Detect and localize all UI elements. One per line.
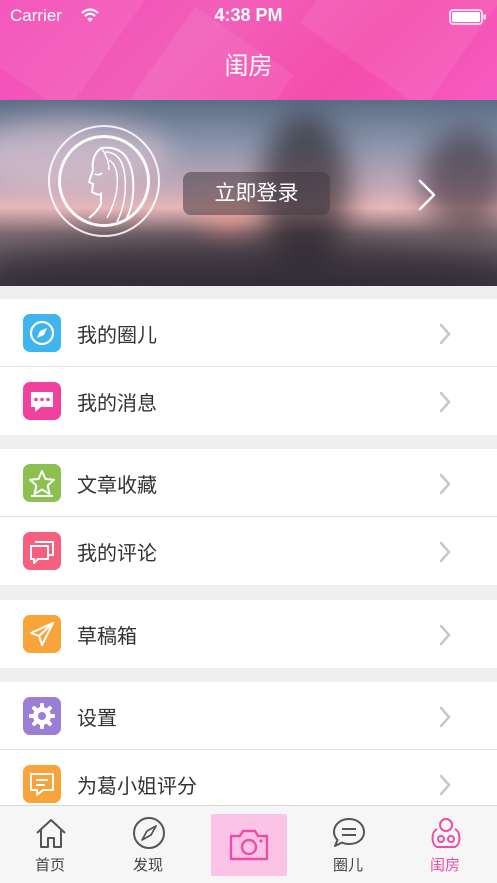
menu-group: 设置 为葛小姐评分 <box>0 682 497 818</box>
chat-icon <box>333 818 365 847</box>
menu-group: 文章收藏 我的评论 <box>0 449 497 585</box>
menu-item-label: 我的评论 <box>77 541 157 565</box>
chevron-right-icon <box>439 541 451 563</box>
chevron-right-icon <box>439 706 451 728</box>
message-icon <box>23 382 61 420</box>
tab-camera[interactable] <box>211 814 287 876</box>
menu-item-my-comments[interactable]: 我的评论 <box>0 517 497 585</box>
menu-item-my-messages[interactable]: 我的消息 <box>0 367 497 435</box>
menu-item-drafts[interactable]: 草稿箱 <box>0 600 497 668</box>
menu-group: 草稿箱 <box>0 600 497 668</box>
rating-icon <box>23 765 61 803</box>
chevron-right-icon <box>439 391 451 413</box>
tab-circles[interactable]: 圈儿 <box>303 806 393 883</box>
avatar[interactable] <box>58 135 150 227</box>
tab-boudoir[interactable]: 闺房 <box>400 806 490 883</box>
menu-group: 我的圈儿 我的消息 <box>0 299 497 435</box>
clock: 4:38 PM <box>214 5 283 25</box>
banner-bokeh <box>0 240 497 286</box>
chevron-right-icon <box>439 323 451 345</box>
menu-item-favorites[interactable]: 文章收藏 <box>0 449 497 517</box>
tab-discover[interactable]: 发现 <box>103 806 193 883</box>
battery-icon <box>449 9 486 25</box>
chevron-right-icon <box>439 473 451 495</box>
tab-label: 闺房 <box>429 856 460 874</box>
tab-home[interactable]: 首页 <box>5 806 95 883</box>
menu-item-label: 我的圈儿 <box>77 323 157 347</box>
menu-item-label: 我的消息 <box>77 391 157 415</box>
tab-bar: 首页 发现 圈儿 闺房 <box>0 805 497 883</box>
chevron-right-icon[interactable] <box>414 178 440 212</box>
compass-icon <box>23 314 61 352</box>
paper-plane-icon <box>23 615 61 653</box>
comment-icon <box>23 532 61 570</box>
compass-icon <box>133 817 165 849</box>
page-title: 闺房 <box>224 52 273 80</box>
nav-header: Carrier 4:38 PM 闺房 <box>0 0 497 100</box>
menu-item-label: 文章收藏 <box>77 473 157 497</box>
menu-item-label: 为葛小姐评分 <box>77 774 197 798</box>
home-icon <box>36 819 66 848</box>
menu-item-settings[interactable]: 设置 <box>0 682 497 750</box>
tab-label: 首页 <box>34 856 65 874</box>
login-button[interactable]: 立即登录 <box>183 172 330 215</box>
menu-item-label: 草稿箱 <box>77 624 137 648</box>
menu-item-label: 设置 <box>77 706 117 730</box>
chevron-right-icon <box>439 624 451 646</box>
tab-label: 圈儿 <box>332 856 363 874</box>
chevron-right-icon <box>439 774 451 796</box>
tab-label: 发现 <box>132 856 163 874</box>
star-icon <box>23 464 61 502</box>
camera-icon <box>229 829 269 861</box>
gear-icon <box>23 697 61 735</box>
menu-item-my-circles[interactable]: 我的圈儿 <box>0 299 497 367</box>
status-bar: Carrier 4:38 PM <box>0 0 497 34</box>
boudoir-icon <box>431 818 461 848</box>
